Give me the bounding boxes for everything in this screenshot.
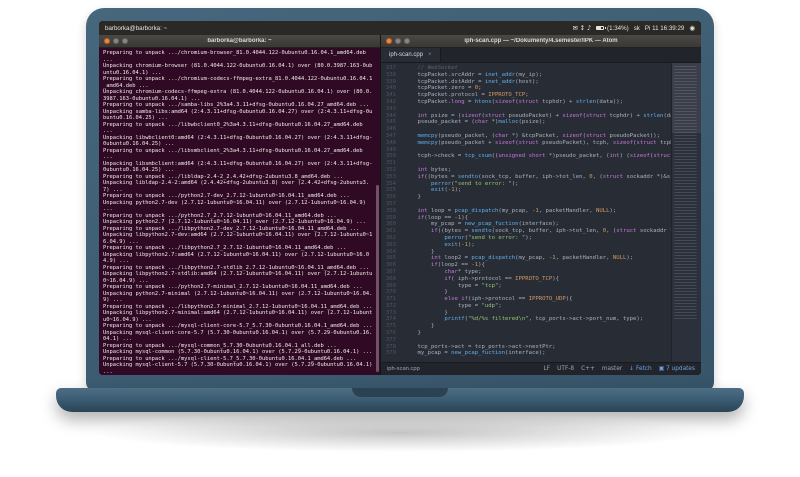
laptop-frame: barborka@barborka: ~ ✉ ↕ ♪ (1:34%) sk Pi… xyxy=(86,8,714,392)
tab-iph-scan-cpp[interactable]: iph-scan.cpp × xyxy=(381,48,441,62)
minimize-button[interactable] xyxy=(395,38,401,44)
status-7-updates[interactable]: ▣ 7 updates xyxy=(659,366,695,372)
status-fetch[interactable]: ↓ Fetch xyxy=(629,366,651,372)
battery-icon xyxy=(596,26,605,30)
power-icon[interactable]: ◉ xyxy=(689,25,695,32)
volume-icon[interactable]: ♪ xyxy=(587,24,591,32)
minimize-button[interactable] xyxy=(113,38,119,44)
network-icon[interactable]: ↕ xyxy=(580,24,585,32)
terminal-titlebar[interactable]: barborka@barborka: ~ xyxy=(99,35,380,48)
line-numbers: 337 338 339 340 341 342 343 344 345 346 … xyxy=(385,65,396,357)
focused-window-title: barborka@barborka: ~ xyxy=(105,24,168,32)
tab-bar: iph-scan.cpp × xyxy=(381,48,701,63)
code-text: // WebSocket tcpPacket.srcAddr = inet_ad… xyxy=(417,65,671,357)
terminal-text: Preparing to unpack .../chromium-browser… xyxy=(103,50,373,375)
status-filename[interactable]: iph-scan.cpp xyxy=(387,366,420,372)
maximize-button[interactable] xyxy=(122,38,128,44)
battery-label: (1:34%) xyxy=(607,24,629,32)
laptop-base xyxy=(56,388,744,412)
code-area[interactable]: // WebSocket tcpPacket.srcAddr = inet_ad… xyxy=(399,63,671,362)
battery-indicator[interactable]: (1:34%) xyxy=(596,25,629,32)
laptop-screen: barborka@barborka: ~ ✉ ↕ ♪ (1:34%) sk Pi… xyxy=(99,21,701,375)
atom-window: iph-scan.cpp — ~/Dokumenty/4.semester/IP… xyxy=(380,35,701,375)
atom-titlebar[interactable]: iph-scan.cpp — ~/Dokumenty/4.semester/IP… xyxy=(381,35,701,48)
close-button[interactable] xyxy=(104,38,110,44)
minimap-viewport[interactable] xyxy=(672,63,701,133)
laptop-shadow xyxy=(96,414,704,452)
status-master[interactable]: master xyxy=(602,366,622,372)
status-lf[interactable]: LF xyxy=(544,366,551,372)
status-utf-8[interactable]: UTF-8 xyxy=(557,366,574,372)
keyboard-layout-indicator[interactable]: sk xyxy=(634,25,640,32)
close-button[interactable] xyxy=(386,38,392,44)
top-panel: barborka@barborka: ~ ✉ ↕ ♪ (1:34%) sk Pi… xyxy=(99,21,701,35)
maximize-button[interactable] xyxy=(404,38,410,44)
status-c-[interactable]: C++ xyxy=(581,366,595,372)
clock[interactable]: Pi 11 16:39:29 xyxy=(645,25,684,32)
mail-icon[interactable]: ✉ xyxy=(572,24,577,32)
status-bar: iph-scan.cpp LF UTF-8 C++ master ↓ Fetch ▣ 7 … xyxy=(381,362,701,375)
laptop-mockup: barborka@barborka: ~ ✉ ↕ ♪ (1:34%) sk Pi… xyxy=(0,0,800,477)
atom-title: iph-scan.cpp — ~/Dokumenty/4.semester/IP… xyxy=(464,38,618,44)
terminal-output[interactable]: Preparing to unpack .../chromium-browser… xyxy=(99,48,380,375)
minimap[interactable] xyxy=(671,63,701,362)
terminal-scrollbar[interactable] xyxy=(376,185,379,372)
tab-label: iph-scan.cpp xyxy=(389,52,424,58)
tab-close-icon[interactable]: × xyxy=(428,52,432,58)
laptop-base-notch xyxy=(352,388,448,397)
terminal-window: barborka@barborka: ~ Preparing to unpack… xyxy=(99,35,380,375)
editor-pane: 337 338 339 340 341 342 343 344 345 346 … xyxy=(381,63,701,362)
terminal-title: barborka@barborka: ~ xyxy=(207,38,272,44)
line-number-gutter: 337 338 339 340 341 342 343 344 345 346 … xyxy=(381,63,399,362)
